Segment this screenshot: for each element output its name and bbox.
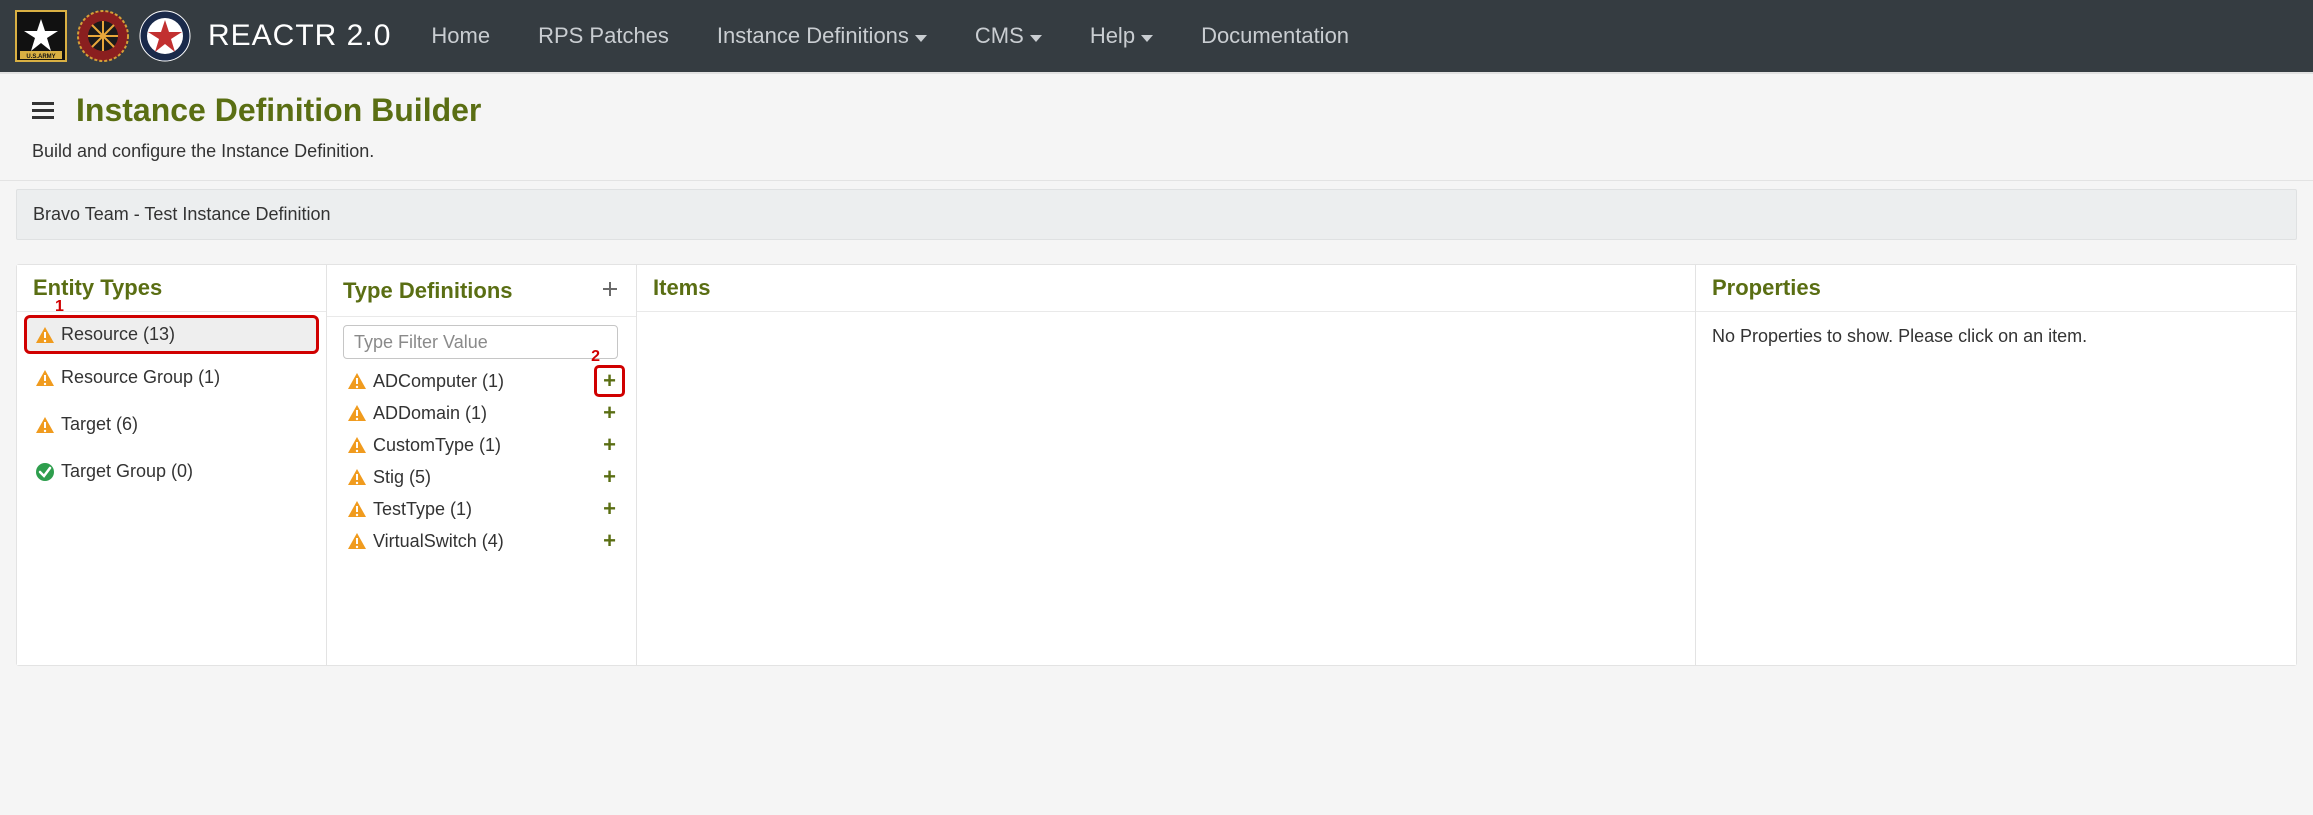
entity-type-label: Target (6) <box>61 414 138 435</box>
type-definitions-heading: Type Definitions <box>343 278 513 304</box>
warning-icon <box>35 368 55 388</box>
nav-help-label: Help <box>1090 23 1135 49</box>
add-item-button[interactable]: + <box>597 528 622 554</box>
nav-rps-patches[interactable]: RPS Patches <box>538 23 669 49</box>
items-heading: Items <box>653 275 710 301</box>
warning-icon <box>35 415 55 435</box>
warning-icon <box>347 499 367 519</box>
add-item-button[interactable]: +2 <box>597 368 622 394</box>
entity-type-label: Resource (13) <box>61 324 175 345</box>
add-item-button[interactable]: + <box>597 432 622 458</box>
add-item-button[interactable]: + <box>597 496 622 522</box>
warning-icon <box>347 371 367 391</box>
nav-cms-label: CMS <box>975 23 1024 49</box>
caret-down-icon <box>1030 35 1042 42</box>
svg-text:U.S.ARMY: U.S.ARMY <box>26 54 55 60</box>
caret-down-icon <box>1141 35 1153 42</box>
warning-icon <box>347 467 367 487</box>
nav-cms[interactable]: CMS <box>975 23 1042 49</box>
nav-home[interactable]: Home <box>431 23 490 49</box>
hamburger-icon[interactable] <box>32 98 54 123</box>
nav-help[interactable]: Help <box>1090 23 1153 49</box>
add-type-definition-button[interactable] <box>600 275 620 306</box>
breadcrumb: Bravo Team - Test Instance Definition <box>16 189 2297 240</box>
type-definition-label: VirtualSwitch (4) <box>373 531 504 552</box>
type-definition-row[interactable]: Stig (5) + <box>337 461 626 493</box>
type-definition-row[interactable]: VirtualSwitch (4) + <box>337 525 626 557</box>
ok-icon <box>35 462 55 482</box>
type-definition-label: ADComputer (1) <box>373 371 504 392</box>
properties-heading: Properties <box>1712 275 1821 301</box>
page-header: Instance Definition Builder <box>0 72 2313 137</box>
nav-instance-definitions-label: Instance Definitions <box>717 23 909 49</box>
entity-type-label: Target Group (0) <box>61 461 193 482</box>
type-definitions-panel: Type Definitions ADComputer (1) +2 ADDomai… <box>327 265 637 665</box>
type-definition-label: CustomType (1) <box>373 435 501 456</box>
add-item-button[interactable]: + <box>597 400 622 426</box>
entity-type-label: Resource Group (1) <box>61 367 220 388</box>
type-definition-row[interactable]: ADDomain (1) + <box>337 397 626 429</box>
seal-1-icon <box>76 9 130 63</box>
type-definition-label: TestType (1) <box>373 499 472 520</box>
items-panel: Items <box>637 265 1696 665</box>
warning-icon <box>35 325 55 345</box>
entity-type-row[interactable]: Resource Group (1) <box>27 361 316 394</box>
nav-documentation[interactable]: Documentation <box>1201 23 1349 49</box>
entity-types-heading: Entity Types <box>33 275 162 301</box>
warning-icon <box>347 531 367 551</box>
nav-links: Home RPS Patches Instance Definitions CM… <box>431 23 1349 49</box>
entity-type-row[interactable]: Target Group (0) <box>27 455 316 488</box>
top-nav: U.S.ARMY REACTR 2.0 <box>0 0 2313 72</box>
entity-type-row[interactable]: Target (6) <box>27 408 316 441</box>
page-subtitle: Build and configure the Instance Definit… <box>0 137 2313 181</box>
caret-down-icon <box>915 35 927 42</box>
callout-marker-1: 1 <box>55 298 64 316</box>
warning-icon <box>347 435 367 455</box>
callout-marker-2: 2 <box>591 348 600 366</box>
entity-type-row[interactable]: 1Resource (13) <box>27 318 316 351</box>
plus-icon <box>600 279 620 299</box>
type-definition-row[interactable]: TestType (1) + <box>337 493 626 525</box>
nav-instance-definitions[interactable]: Instance Definitions <box>717 23 927 49</box>
page-title: Instance Definition Builder <box>76 92 481 129</box>
seal-2-icon <box>138 9 192 63</box>
add-item-button[interactable]: + <box>597 464 622 490</box>
warning-icon <box>347 403 367 423</box>
type-definition-row[interactable]: CustomType (1) + <box>337 429 626 461</box>
entity-types-panel: Entity Types 1Resource (13)Resource Grou… <box>17 265 327 665</box>
logo-cluster: U.S.ARMY <box>14 9 192 63</box>
type-definition-label: Stig (5) <box>373 467 431 488</box>
type-filter-input[interactable] <box>343 325 618 359</box>
builder-columns: Entity Types 1Resource (13)Resource Grou… <box>16 264 2297 666</box>
type-definition-row[interactable]: ADComputer (1) +2 <box>337 365 626 397</box>
brand-title: REACTR 2.0 <box>208 19 391 53</box>
items-body <box>637 312 1695 324</box>
properties-panel: Properties No Properties to show. Please… <box>1696 265 2296 665</box>
army-logo-icon: U.S.ARMY <box>14 9 68 63</box>
properties-empty-message: No Properties to show. Please click on a… <box>1696 312 2296 361</box>
type-definition-label: ADDomain (1) <box>373 403 487 424</box>
